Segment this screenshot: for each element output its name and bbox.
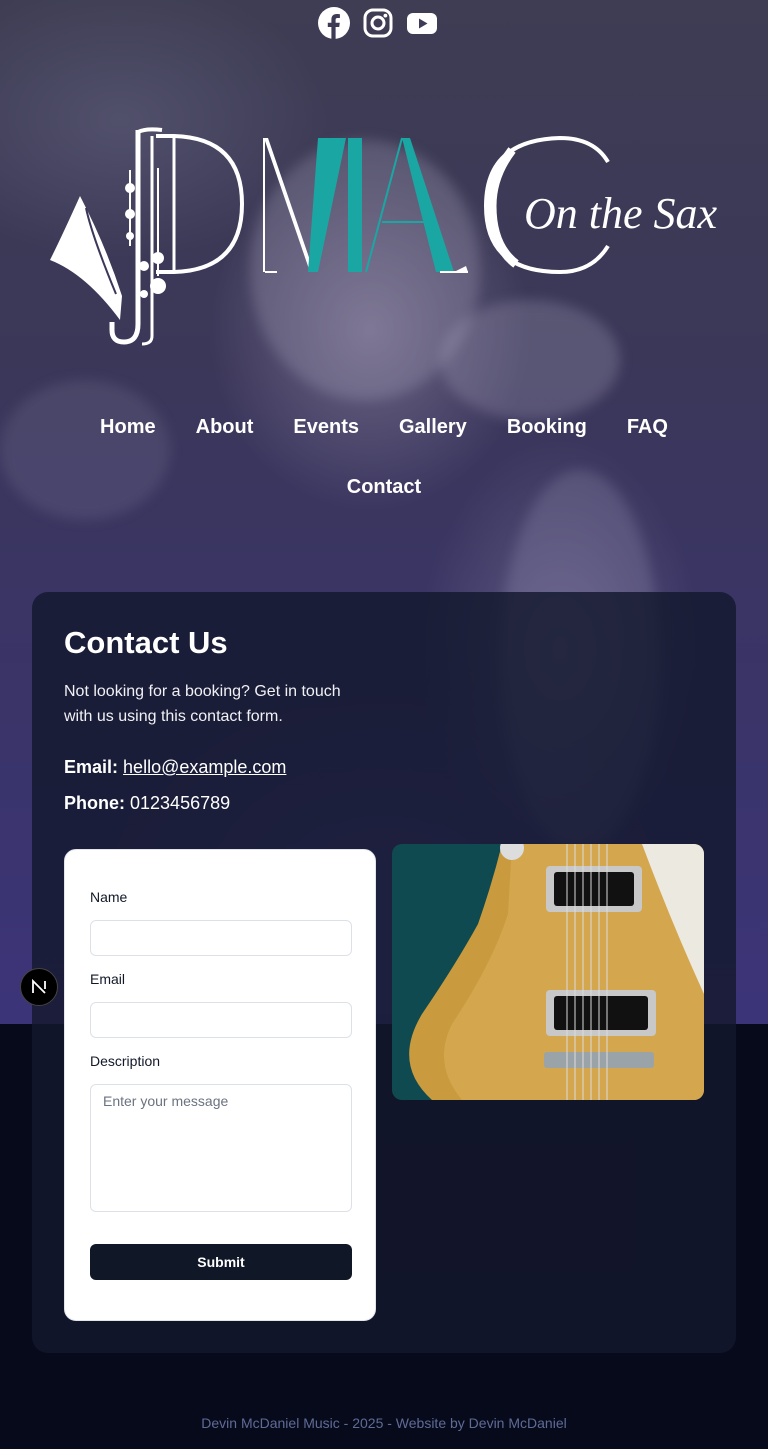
youtube-icon[interactable] (406, 7, 438, 39)
description-label: Description (90, 1053, 161, 1069)
contact-card: Contact Us Not looking for a booking? Ge… (32, 592, 736, 1353)
description-field[interactable] (90, 1084, 352, 1212)
name-field[interactable] (90, 920, 352, 956)
email-link[interactable]: hello@example.com (123, 757, 286, 777)
nav-row-primary: Home About Events Gallery Booking FAQ (0, 408, 768, 446)
page-title: Contact Us (64, 625, 228, 660)
nextjs-badge[interactable] (20, 968, 58, 1006)
contact-intro: Not looking for a booking? Get in touch … (64, 683, 341, 725)
facebook-icon[interactable] (318, 7, 350, 39)
main-nav: Home About Events Gallery Booking FAQ Co… (0, 408, 768, 506)
phone-value: 0123456789 (130, 793, 231, 813)
contact-form: Name Email Description Submit (64, 849, 376, 1321)
nav-row-secondary: Contact (0, 468, 768, 506)
nav-item-events[interactable]: Events (293, 416, 359, 439)
phone-line: Phone: 0123456789 (64, 793, 230, 814)
email-label: Email: (64, 757, 119, 777)
saxophone-icon (50, 127, 166, 346)
phone-label: Phone: (64, 793, 125, 813)
name-label: Name (90, 889, 128, 905)
email-line: Email: hello@example.com (64, 757, 286, 778)
instagram-icon[interactable] (362, 7, 394, 39)
dmac-logo: On the Sax (50, 127, 718, 346)
nav-item-booking[interactable]: Booking (507, 416, 587, 439)
email-field-label: Email (90, 971, 126, 987)
logo-tagline: On the Sax (524, 189, 718, 238)
nav-item-about[interactable]: About (196, 416, 254, 439)
nav-item-home[interactable]: Home (100, 416, 156, 439)
social-links (318, 7, 438, 39)
nav-item-faq[interactable]: FAQ (627, 416, 668, 439)
submit-button[interactable]: Submit (90, 1244, 352, 1280)
guitar-image (392, 844, 704, 1100)
footer: Devin McDaniel Music - 2025 - Website by… (201, 1415, 567, 1431)
email-field[interactable] (90, 1002, 352, 1038)
nav-item-gallery[interactable]: Gallery (399, 416, 467, 439)
nextjs-icon (32, 978, 46, 994)
nav-item-contact[interactable]: Contact (347, 476, 421, 499)
